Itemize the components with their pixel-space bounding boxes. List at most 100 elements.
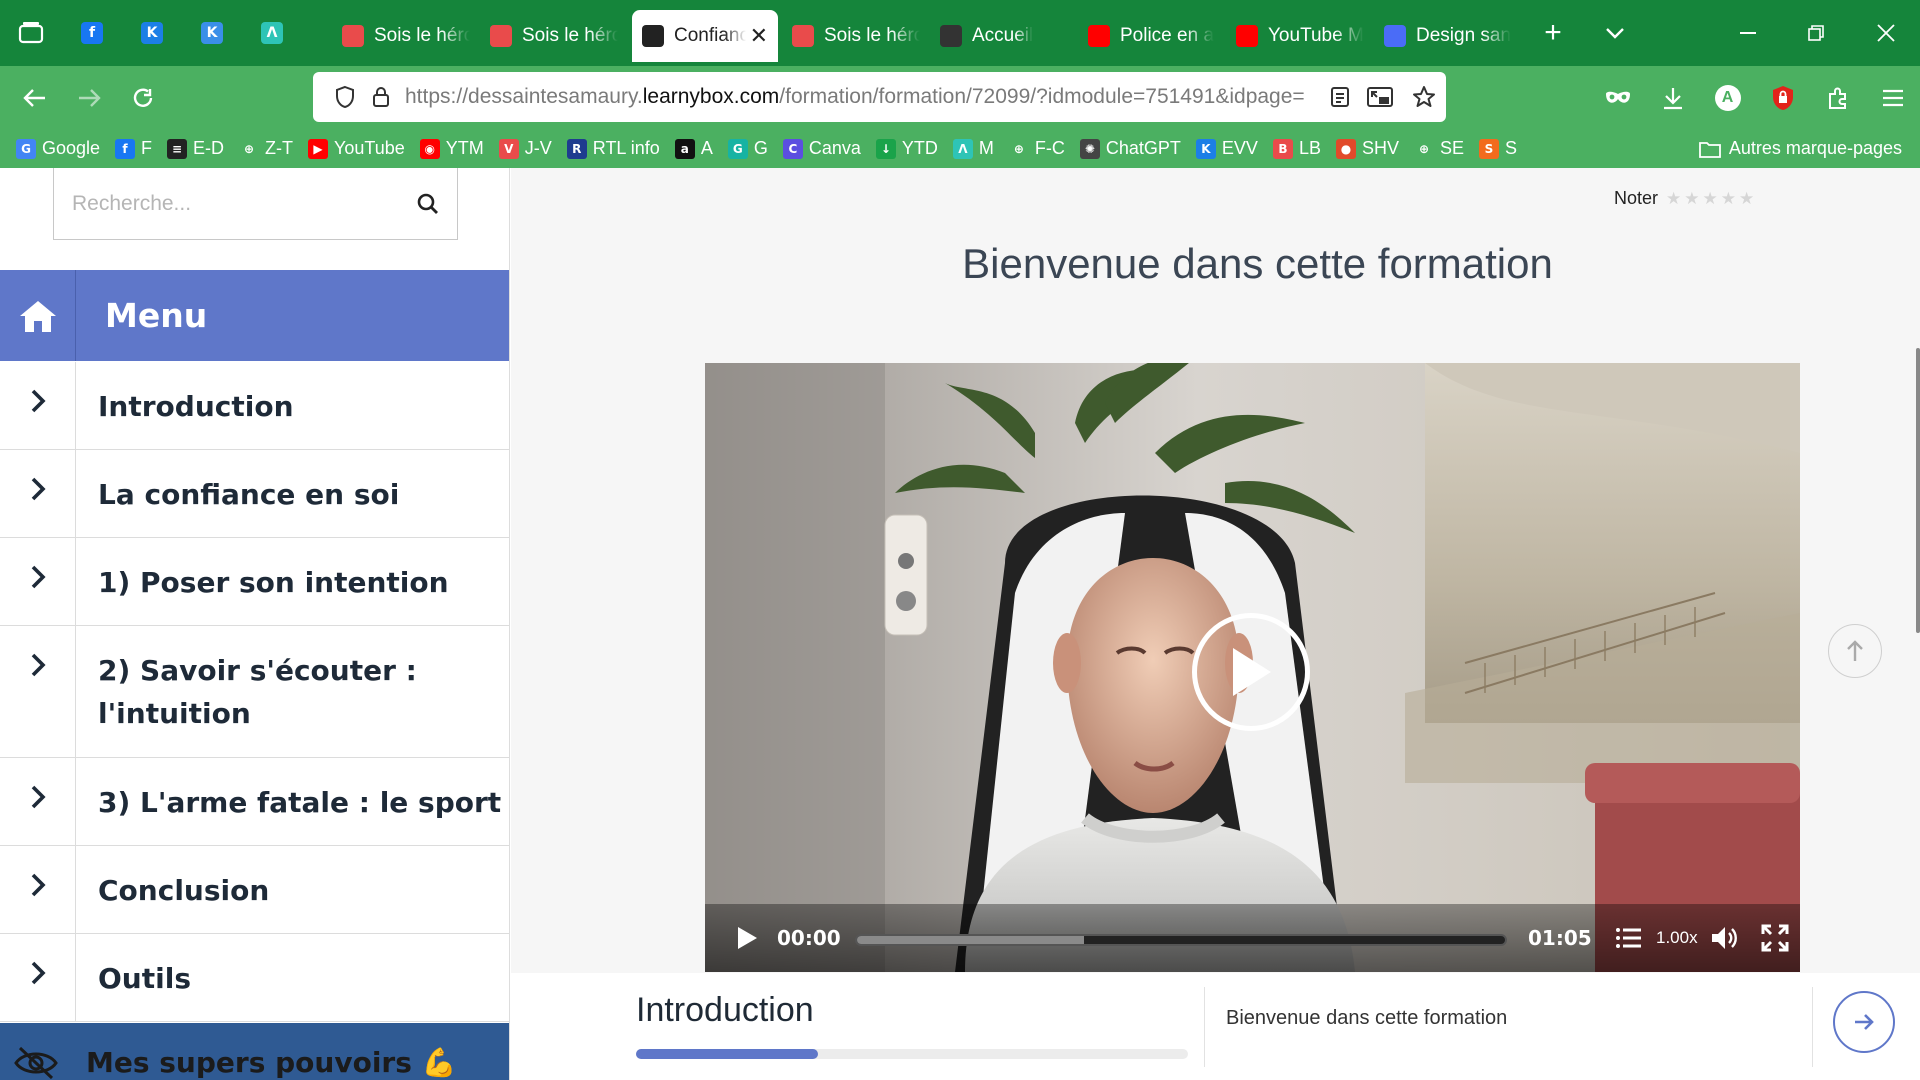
search-input[interactable] xyxy=(72,191,417,216)
profile-avatar[interactable]: A xyxy=(1700,66,1755,129)
scroll-to-top-button[interactable] xyxy=(1828,624,1882,678)
pinned-tab[interactable]: K xyxy=(182,0,242,66)
search-icon[interactable] xyxy=(417,193,439,215)
bookmark-item[interactable]: ⊕ SE xyxy=(1414,138,1464,159)
tab-title: Police en a xyxy=(1120,25,1215,46)
bookmark-label: YouTube xyxy=(334,138,405,158)
bookmark-item[interactable]: R RTL info xyxy=(566,138,660,159)
tab-list-chevron-icon[interactable] xyxy=(1584,0,1646,66)
reload-button[interactable] xyxy=(116,66,170,129)
bookmark-item[interactable]: V J-V xyxy=(498,138,552,159)
tab[interactable]: Police en a xyxy=(1078,10,1226,62)
module-list: Introduction La confiance en soi 1) Poser … xyxy=(0,362,509,1022)
bookmark-item[interactable]: G Google xyxy=(16,138,100,159)
bookmark-item[interactable]: GG xyxy=(727,138,768,159)
bookmark-item[interactable]: ⊕ F-C xyxy=(1009,138,1065,159)
play-button[interactable] xyxy=(717,926,777,950)
tab-active[interactable]: Confiance✕ xyxy=(632,10,778,62)
module-item[interactable]: Outils xyxy=(0,934,509,1022)
bookmark-label: Google xyxy=(42,138,101,158)
bookmark-item[interactable]: fF xyxy=(115,138,152,159)
picture-in-picture-icon[interactable] xyxy=(1358,87,1402,107)
bookmark-item[interactable]: aA xyxy=(674,138,713,159)
facebook-icon: f xyxy=(115,138,136,159)
module-item[interactable]: Conclusion xyxy=(0,846,509,934)
rating-stars[interactable]: ★ ★ ★ ★ ★ xyxy=(1666,189,1757,209)
powers-section[interactable]: Mes supers pouvoirs 💪 xyxy=(0,1023,509,1080)
module-item[interactable]: 3) L'arme fatale : le sport xyxy=(0,758,509,846)
hidden-eye-icon[interactable] xyxy=(14,1046,58,1080)
other-bookmarks-folder[interactable]: Autres marque-pages xyxy=(1699,138,1902,159)
page-scrollbar[interactable] xyxy=(1916,348,1920,633)
volume-icon[interactable] xyxy=(1705,904,1745,972)
bookmark-item[interactable]: ΛM xyxy=(952,138,994,159)
home-button[interactable] xyxy=(0,270,76,361)
bookmark-item[interactable]: SS xyxy=(1479,138,1517,159)
bookmark-item[interactable]: ↓ YTD xyxy=(875,138,938,159)
playback-speed[interactable]: 1.00x xyxy=(1656,928,1698,948)
chevron-right-icon xyxy=(0,846,76,933)
private-browsing-mask-icon[interactable] xyxy=(1590,66,1645,129)
star-icon[interactable]: ★ xyxy=(1721,189,1736,209)
tracking-shield-icon[interactable] xyxy=(327,85,363,109)
star-icon[interactable]: ★ xyxy=(1666,189,1681,209)
restore-button[interactable] xyxy=(1782,0,1850,66)
bookmark-item[interactable]: B LB xyxy=(1272,138,1321,159)
bookmark-star-icon[interactable] xyxy=(1402,85,1446,109)
star-icon[interactable]: ★ xyxy=(1703,189,1718,209)
tab[interactable]: Sois le héros xyxy=(480,10,628,62)
pinned-tab[interactable]: Λ xyxy=(242,0,302,66)
video-player[interactable]: 00:00 01:05 1.00x xyxy=(705,363,1800,972)
address-bar[interactable]: https://dessaintesamaury.learnybox.com/f… xyxy=(313,72,1446,122)
tab[interactable]: Sois le héros xyxy=(782,10,930,62)
next-lesson-button[interactable] xyxy=(1833,991,1895,1053)
bookmark-item[interactable]: ≡ E-D xyxy=(167,138,224,159)
bookmark-item[interactable]: C Canva xyxy=(782,138,861,159)
pinned-tab[interactable]: K xyxy=(122,0,182,66)
facebook-icon: f xyxy=(81,22,103,44)
module-item[interactable]: Introduction xyxy=(0,362,509,450)
new-tab-button[interactable]: + xyxy=(1522,0,1584,66)
extensions-puzzle-icon[interactable] xyxy=(1810,66,1865,129)
module-item[interactable]: 1) Poser son intention xyxy=(0,538,509,626)
course-sidebar: Menu Introduction La confiance en soi 1) P… xyxy=(0,168,510,1080)
chapters-list-icon[interactable] xyxy=(1611,904,1647,972)
bookmark-item[interactable]: ◉ YTM xyxy=(419,138,484,159)
module-item[interactable]: La confiance en soi xyxy=(0,450,509,538)
tab-overview-icon[interactable] xyxy=(0,0,62,66)
tab[interactable]: Sois le héros xyxy=(332,10,480,62)
close-window-button[interactable] xyxy=(1852,0,1920,66)
vpn-lock-icon[interactable] xyxy=(1755,66,1810,129)
current-lesson-title: Introduction xyxy=(636,991,814,1029)
home-icon xyxy=(19,299,57,333)
video-progress-bar[interactable] xyxy=(855,934,1507,946)
close-tab-icon[interactable]: ✕ xyxy=(750,23,768,49)
tab[interactable]: YouTube M xyxy=(1226,10,1374,62)
downloads-icon[interactable] xyxy=(1645,66,1700,129)
bookmark-item[interactable]: ▶ YouTube xyxy=(308,138,405,159)
minimize-button[interactable] xyxy=(1714,0,1782,66)
hamburger-menu-icon[interactable] xyxy=(1865,66,1920,129)
bookmark-item[interactable]: ● SHV xyxy=(1335,138,1399,159)
pinned-tab[interactable]: f xyxy=(62,0,122,66)
bookmark-label: SHV xyxy=(1361,138,1399,158)
reader-view-icon[interactable] xyxy=(1322,86,1358,108)
forward-button[interactable] xyxy=(62,66,116,129)
bookmark-item[interactable]: ⊕ Z-T xyxy=(239,138,293,159)
module-item[interactable]: 2) Savoir s'écouter : l'intuition xyxy=(0,626,509,758)
star-icon[interactable]: ★ xyxy=(1739,189,1754,209)
menu-title: Menu xyxy=(105,296,208,335)
tab[interactable]: Accueil xyxy=(930,10,1078,62)
bookmark-label: RTL info xyxy=(592,138,660,158)
big-play-button[interactable] xyxy=(1192,613,1310,731)
back-button[interactable] xyxy=(8,66,62,129)
lock-icon[interactable] xyxy=(363,86,399,108)
tab[interactable]: Design san xyxy=(1374,10,1522,62)
youtube-icon xyxy=(1088,25,1110,47)
next-lesson-title[interactable]: Bienvenue dans cette formation xyxy=(1226,1007,1507,1030)
star-icon[interactable]: ★ xyxy=(1684,189,1699,209)
fullscreen-icon[interactable] xyxy=(1755,904,1795,972)
k-app-icon: K xyxy=(141,22,163,44)
bookmark-item[interactable]: K EVV xyxy=(1195,138,1258,159)
bookmark-item[interactable]: ✺ ChatGPT xyxy=(1079,138,1181,159)
